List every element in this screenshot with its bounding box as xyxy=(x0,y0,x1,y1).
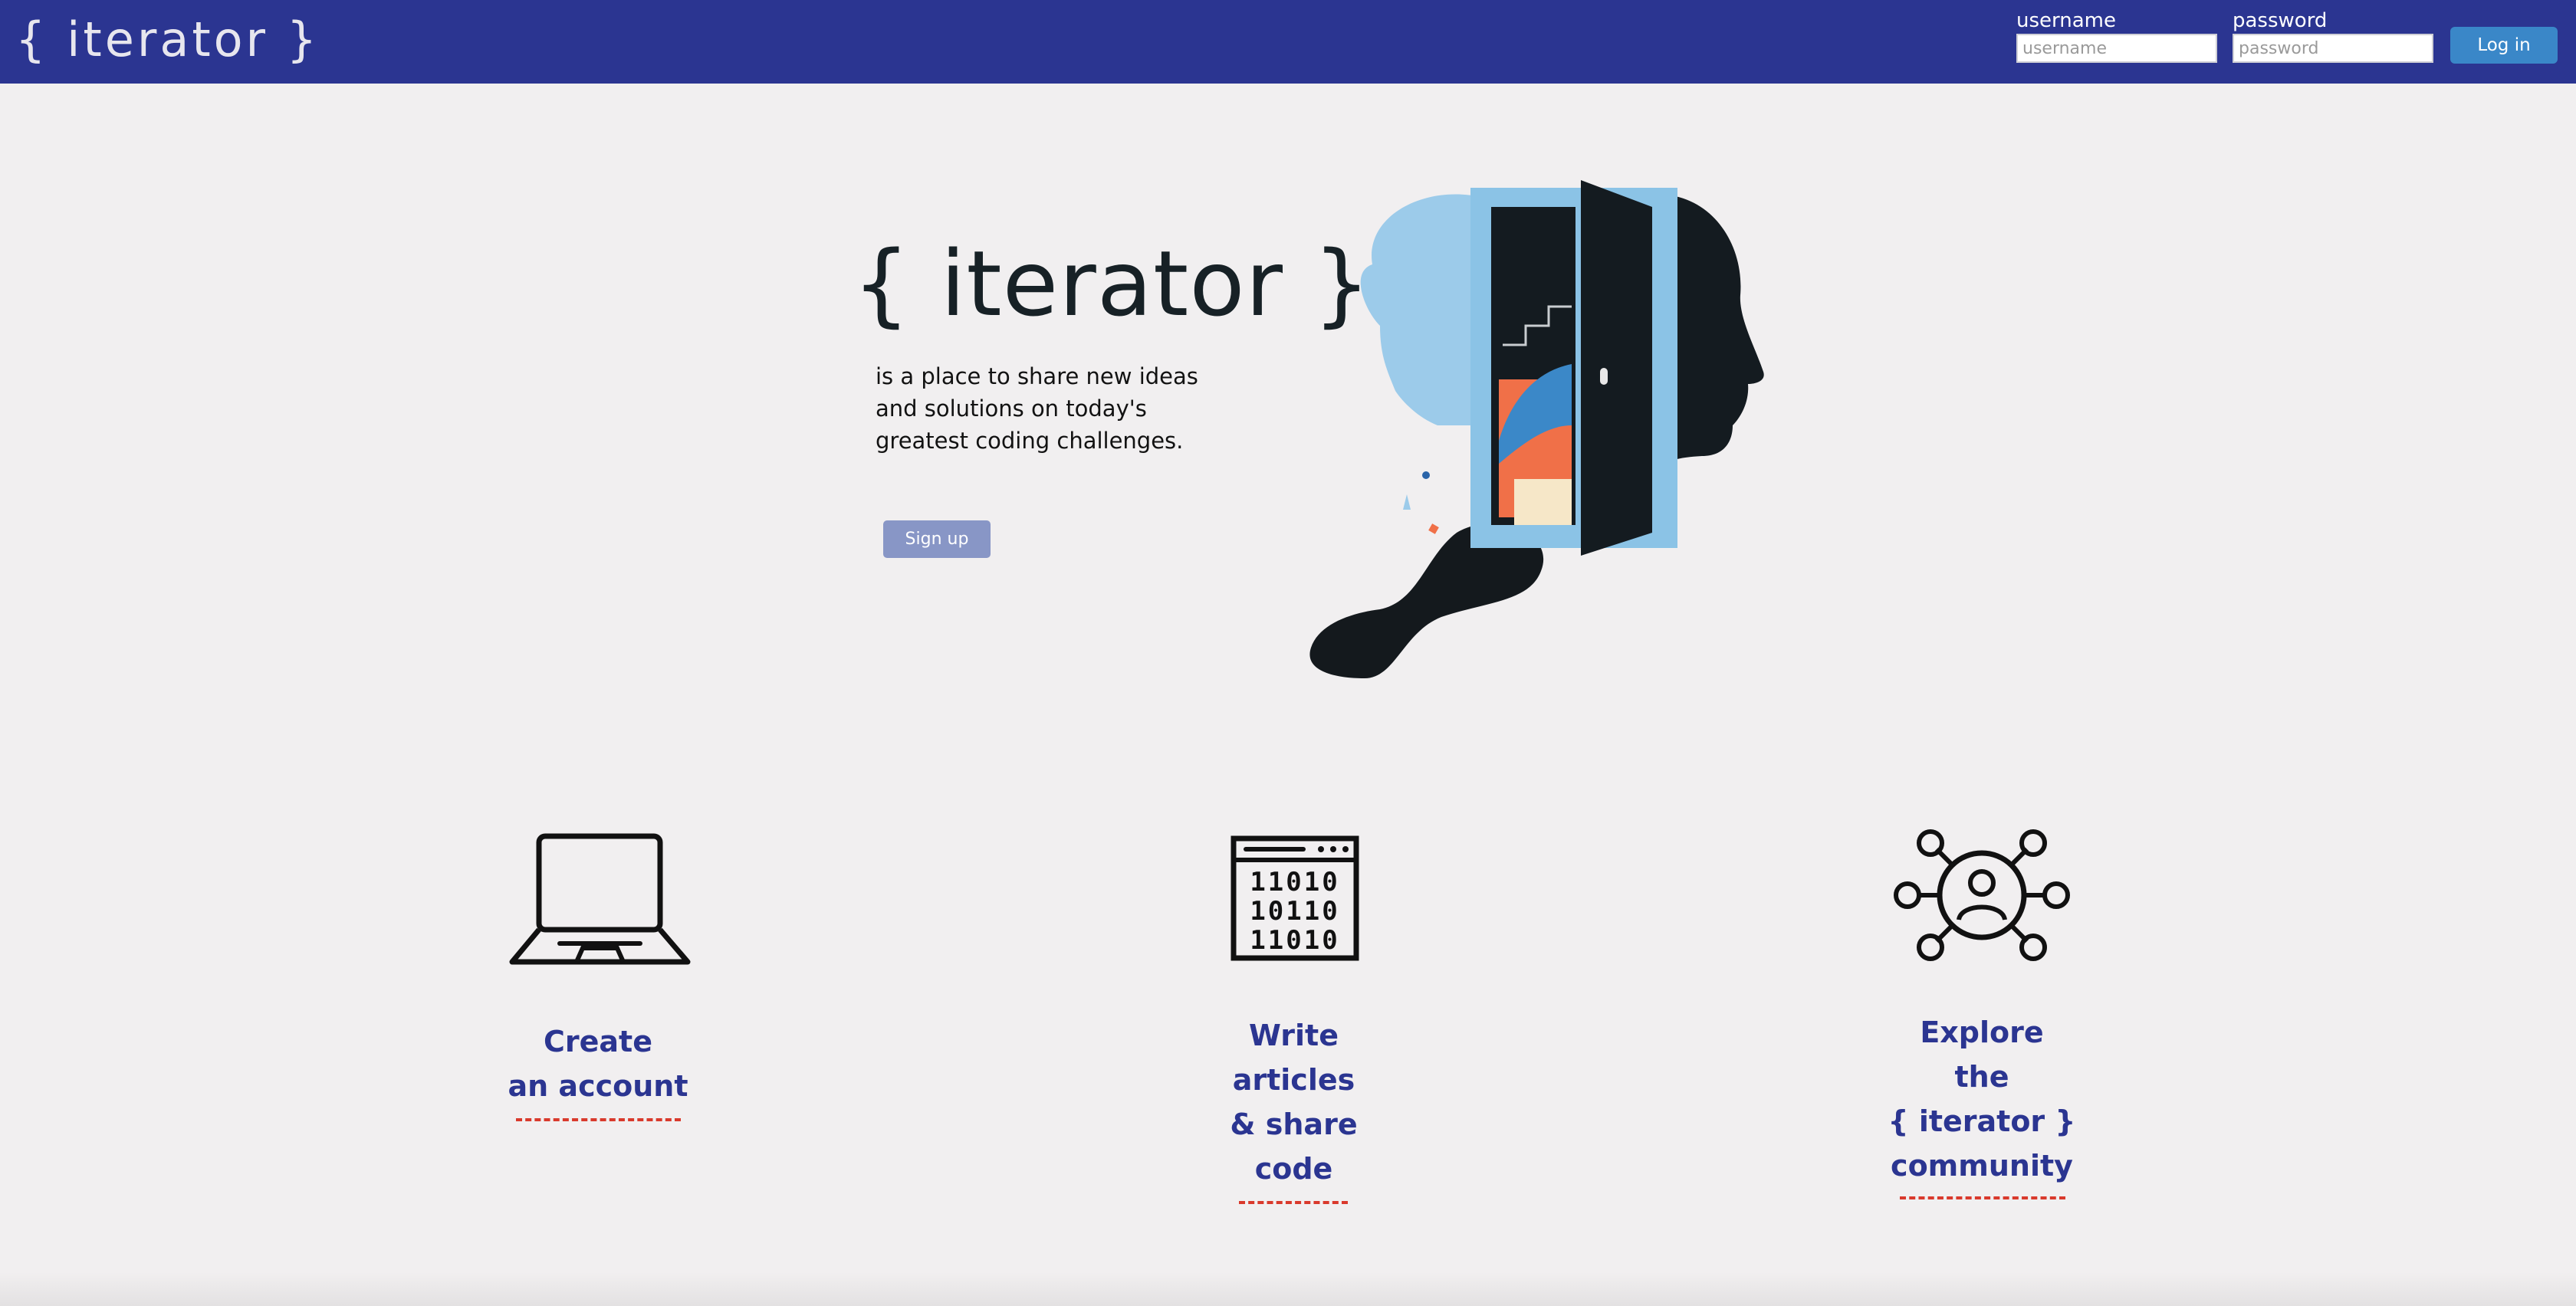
top-navbar: { iterator } username password Log in xyxy=(0,0,2576,84)
code-row: 11010 xyxy=(1250,867,1339,897)
page-bottom-edge xyxy=(0,1272,2576,1306)
head-door-illustration xyxy=(1309,180,1764,678)
brand-logo[interactable]: { iterator } xyxy=(15,8,320,72)
feature-line: { iterator } xyxy=(1888,1104,2076,1138)
tagline-line: is a place to share new ideas xyxy=(876,363,1198,389)
dashed-underline xyxy=(1900,1196,2065,1199)
signup-button[interactable]: Sign up xyxy=(883,520,991,558)
feature-line: code xyxy=(1254,1152,1333,1186)
feature-line: Explore xyxy=(1920,1016,2044,1049)
password-group: password xyxy=(2233,9,2433,63)
hero-logo: { iterator } xyxy=(853,231,1372,336)
feature-line: an account xyxy=(508,1069,688,1103)
binary-code-window-icon: 11010 10110 11010 xyxy=(1230,835,1359,961)
feature-label-create-account[interactable]: Create an account xyxy=(475,1019,721,1108)
feature-line: the xyxy=(1954,1060,2009,1094)
feature-line: Write xyxy=(1249,1019,1339,1052)
dashed-underline xyxy=(516,1118,681,1121)
feature-label-write-articles[interactable]: Write articles & share code xyxy=(1173,1013,1414,1191)
feature-line: articles xyxy=(1232,1063,1355,1097)
feature-line: community xyxy=(1891,1149,2073,1183)
username-label: username xyxy=(2016,9,2116,32)
feature-line: & share xyxy=(1230,1107,1358,1141)
password-label: password xyxy=(2233,9,2328,32)
feature-label-explore-community[interactable]: Explore the { iterator } community xyxy=(1855,1010,2108,1188)
dashed-underline xyxy=(1239,1201,1348,1204)
username-input[interactable] xyxy=(2016,34,2217,63)
hero-tagline: is a place to share new ideas and soluti… xyxy=(876,360,1228,457)
code-row: 10110 xyxy=(1250,896,1339,927)
username-group: username xyxy=(2016,9,2217,63)
password-input[interactable] xyxy=(2233,34,2433,63)
community-network-icon xyxy=(1894,829,2070,961)
tagline-line: greatest coding challenges. xyxy=(876,428,1184,454)
laptop-icon xyxy=(509,833,691,965)
feature-line: Create xyxy=(544,1025,652,1058)
login-button[interactable]: Log in xyxy=(2450,27,2558,64)
code-row: 11010 xyxy=(1250,925,1339,956)
tagline-line: and solutions on today's xyxy=(876,395,1147,422)
